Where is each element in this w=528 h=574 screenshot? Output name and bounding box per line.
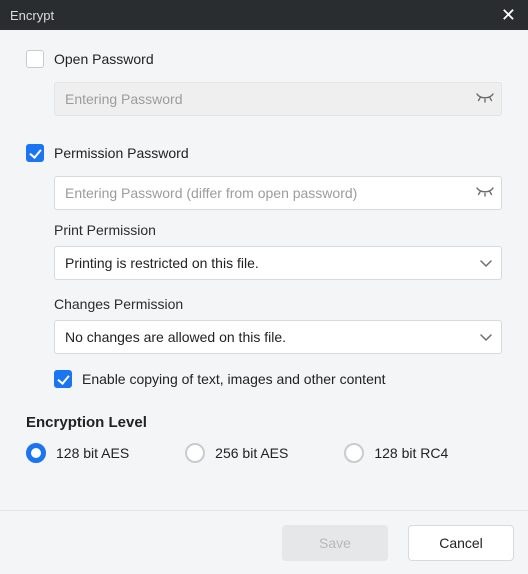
save-button: Save (282, 525, 388, 561)
radio-aes128[interactable]: 128 bit AES (26, 443, 129, 463)
radio-aes256[interactable]: 256 bit AES (185, 443, 288, 463)
open-password-checkbox[interactable] (26, 50, 44, 68)
print-permission-select[interactable]: Printing is restricted on this file. (54, 246, 502, 280)
eye-closed-icon[interactable] (476, 187, 494, 199)
titlebar: Encrypt ✕ (0, 0, 528, 30)
permission-password-input[interactable] (54, 176, 502, 210)
encryption-level-title: Encryption Level (26, 414, 502, 431)
enable-copy-checkbox[interactable] (54, 370, 72, 388)
radio-aes128-label: 128 bit AES (56, 445, 129, 461)
print-permission-value: Printing is restricted on this file. (65, 255, 259, 271)
permission-password-checkbox[interactable] (26, 144, 44, 162)
enable-copy-label: Enable copying of text, images and other… (82, 371, 386, 387)
radio-disc-icon (185, 443, 205, 463)
print-permission-label: Print Permission (54, 222, 502, 238)
eye-closed-icon (476, 93, 494, 105)
cancel-button[interactable]: Cancel (408, 525, 514, 561)
open-password-input (54, 82, 502, 116)
window-title: Encrypt (10, 8, 54, 23)
encryption-level-group: 128 bit AES 256 bit AES 128 bit RC4 (26, 443, 502, 463)
radio-rc4128-label: 128 bit RC4 (374, 445, 448, 461)
open-password-section: Open Password (26, 50, 502, 116)
dialog-footer: Save Cancel (0, 510, 528, 574)
changes-permission-select[interactable]: No changes are allowed on this file. (54, 320, 502, 354)
permission-password-section: Permission Password Print Permission Pri… (26, 144, 502, 388)
changes-permission-label: Changes Permission (54, 296, 502, 312)
permission-password-label: Permission Password (54, 145, 189, 161)
radio-aes256-label: 256 bit AES (215, 445, 288, 461)
close-icon[interactable]: ✕ (497, 4, 520, 26)
dialog-body: Open Password Permission Password Print … (0, 30, 528, 574)
open-password-label: Open Password (54, 51, 154, 67)
radio-disc-icon (344, 443, 364, 463)
radio-rc4128[interactable]: 128 bit RC4 (344, 443, 448, 463)
changes-permission-value: No changes are allowed on this file. (65, 329, 286, 345)
radio-disc-icon (26, 443, 46, 463)
